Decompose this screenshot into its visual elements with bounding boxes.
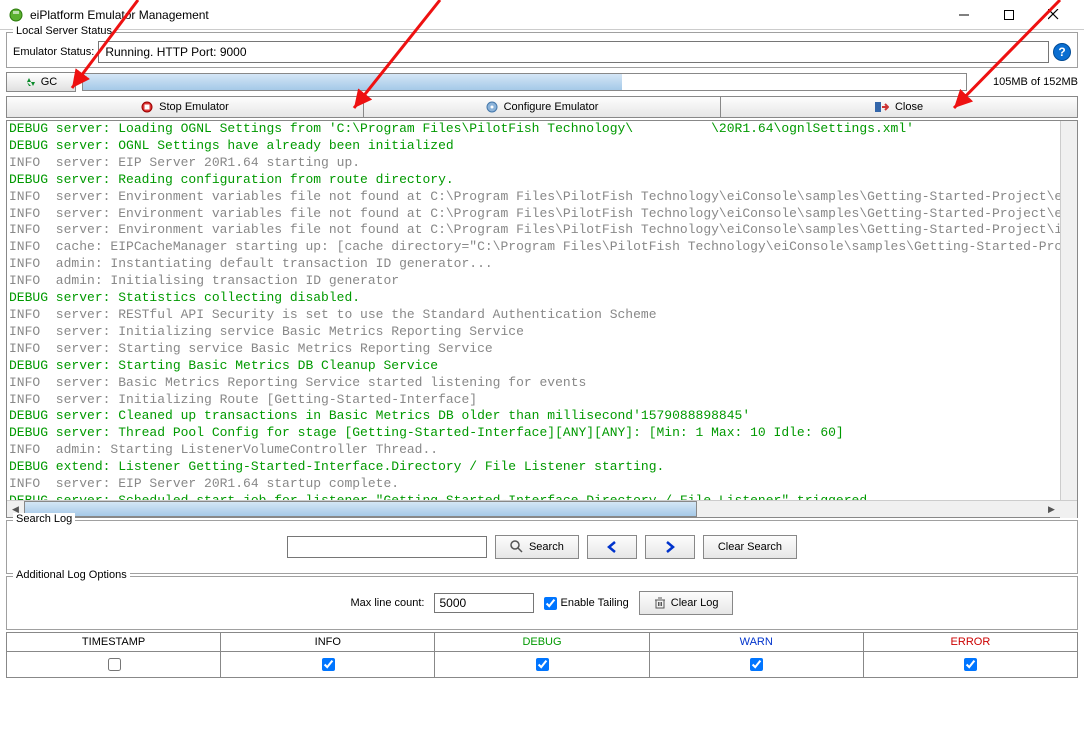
log-line: INFO server: EIP Server 20R1.64 startup … [9,476,1060,493]
clear-log-label: Clear Log [671,597,719,609]
filter-error-checkbox[interactable] [964,658,977,671]
help-icon[interactable]: ? [1053,43,1071,61]
close-window-button[interactable] [1031,0,1076,30]
configure-emulator-button[interactable]: Configure Emulator [364,96,721,118]
log-line: INFO server: RESTful API Security is set… [9,307,1060,324]
maximize-button[interactable] [986,0,1031,30]
clear-search-button[interactable]: Clear Search [703,535,797,559]
action-buttons: Stop Emulator Configure Emulator Close [6,96,1078,118]
scroll-track[interactable] [24,501,1043,517]
filter-info-checkbox[interactable] [322,658,335,671]
scroll-right-arrow[interactable]: ▶ [1043,501,1060,518]
tailing-checkbox-input[interactable] [544,597,557,610]
filter-timestamp-checkbox[interactable] [108,658,121,671]
search-input[interactable] [287,536,487,558]
gear-icon [486,101,498,113]
memory-text: 105MB of 152MB [973,76,1078,88]
search-log-label: Search Log [13,513,75,525]
search-log-panel: Search Log Search Clear Search [6,520,1078,574]
gc-button[interactable]: GC [6,72,76,92]
scroll-corner [1060,501,1077,518]
configure-label: Configure Emulator [504,101,599,113]
log-line: INFO server: Initializing service Basic … [9,324,1060,341]
log-line: INFO server: Basic Metrics Reporting Ser… [9,375,1060,392]
exit-icon [875,101,889,113]
log-line: INFO server: EIP Server 20R1.64 starting… [9,155,1060,172]
close-button[interactable]: Close [721,96,1078,118]
status-panel-label: Local Server Status [13,25,115,37]
stop-emulator-button[interactable]: Stop Emulator [6,96,364,118]
filter-timestamp-label: TIMESTAMP [7,633,221,651]
max-line-count-label: Max line count: [351,597,425,609]
search-icon [510,540,524,554]
filter-error-label: ERROR [864,633,1077,651]
enable-tailing-checkbox[interactable]: Enable Tailing [544,597,628,610]
arrow-right-icon [664,541,676,553]
options-label: Additional Log Options [13,569,130,581]
window-title-bar: eiPlatform Emulator Management [0,0,1084,30]
log-line: DEBUG server: Loading OGNL Settings from… [9,121,1060,138]
gc-label: GC [41,76,58,88]
log-line: INFO server: Starting service Basic Metr… [9,341,1060,358]
horizontal-scrollbar[interactable]: ◀ ▶ [7,500,1077,517]
log-line: DEBUG server: OGNL Settings have already… [9,138,1060,155]
log-line: INFO cache: EIPCacheManager starting up:… [9,239,1060,256]
close-label: Close [895,101,923,113]
window-title: eiPlatform Emulator Management [30,8,941,22]
app-icon [8,7,24,23]
tailing-label: Enable Tailing [560,597,628,609]
max-line-count-field[interactable] [434,593,534,613]
log-line: INFO server: Environment variables file … [9,206,1060,223]
log-line: INFO admin: Instantiating default transa… [9,256,1060,273]
vertical-scrollbar[interactable] [1060,121,1077,500]
log-line: DEBUG server: Statistics collecting disa… [9,290,1060,307]
window-controls [941,0,1076,30]
log-line: DEBUG extend: Listener Getting-Started-I… [9,459,1060,476]
search-btn-label: Search [529,541,564,553]
next-button[interactable] [645,535,695,559]
memory-usage-bar [82,73,967,91]
search-button[interactable]: Search [495,535,579,559]
log-line: DEBUG server: Cleaned up transactions in… [9,408,1060,425]
filter-warn-label: WARN [650,633,864,651]
log-line: DEBUG server: Reading configuration from… [9,172,1060,189]
stop-icon [141,101,153,113]
memory-row: GC 105MB of 152MB [6,72,1078,92]
trash-icon [654,597,666,609]
arrow-left-icon [606,541,618,553]
log-line: DEBUG server: Starting Basic Metrics DB … [9,358,1060,375]
filter-info-label: INFO [221,633,435,651]
log-content[interactable]: DEBUG server: Loading OGNL Settings from… [7,121,1077,500]
scroll-thumb[interactable] [24,501,697,517]
memory-fill [83,74,622,90]
filter-debug-checkbox[interactable] [536,658,549,671]
recycle-icon [25,76,37,88]
log-line: DEBUG server: Scheduled start job for li… [9,493,1060,500]
filter-debug-label: DEBUG [435,633,649,651]
local-server-status-panel: Local Server Status Emulator Status: ? [6,32,1078,68]
log-line: INFO admin: Starting ListenerVolumeContr… [9,442,1060,459]
log-line: DEBUG server: Thread Pool Config for sta… [9,425,1060,442]
clear-log-button[interactable]: Clear Log [639,591,734,615]
additional-log-options-panel: Additional Log Options Max line count: E… [6,576,1078,630]
emulator-status-field[interactable] [98,41,1049,63]
log-viewer: DEBUG server: Loading OGNL Settings from… [6,120,1078,518]
log-line: INFO server: Environment variables file … [9,222,1060,239]
log-line: INFO admin: Initialising transaction ID … [9,273,1060,290]
stop-label: Stop Emulator [159,101,229,113]
log-line: INFO server: Environment variables file … [9,189,1060,206]
prev-button[interactable] [587,535,637,559]
filter-warn-checkbox[interactable] [750,658,763,671]
log-level-filter-bar: TIMESTAMP INFO DEBUG WARN ERROR [6,632,1078,678]
minimize-button[interactable] [941,0,986,30]
emulator-status-label: Emulator Status: [13,46,94,58]
clear-search-label: Clear Search [718,541,782,553]
log-line: INFO server: Initializing Route [Getting… [9,392,1060,409]
